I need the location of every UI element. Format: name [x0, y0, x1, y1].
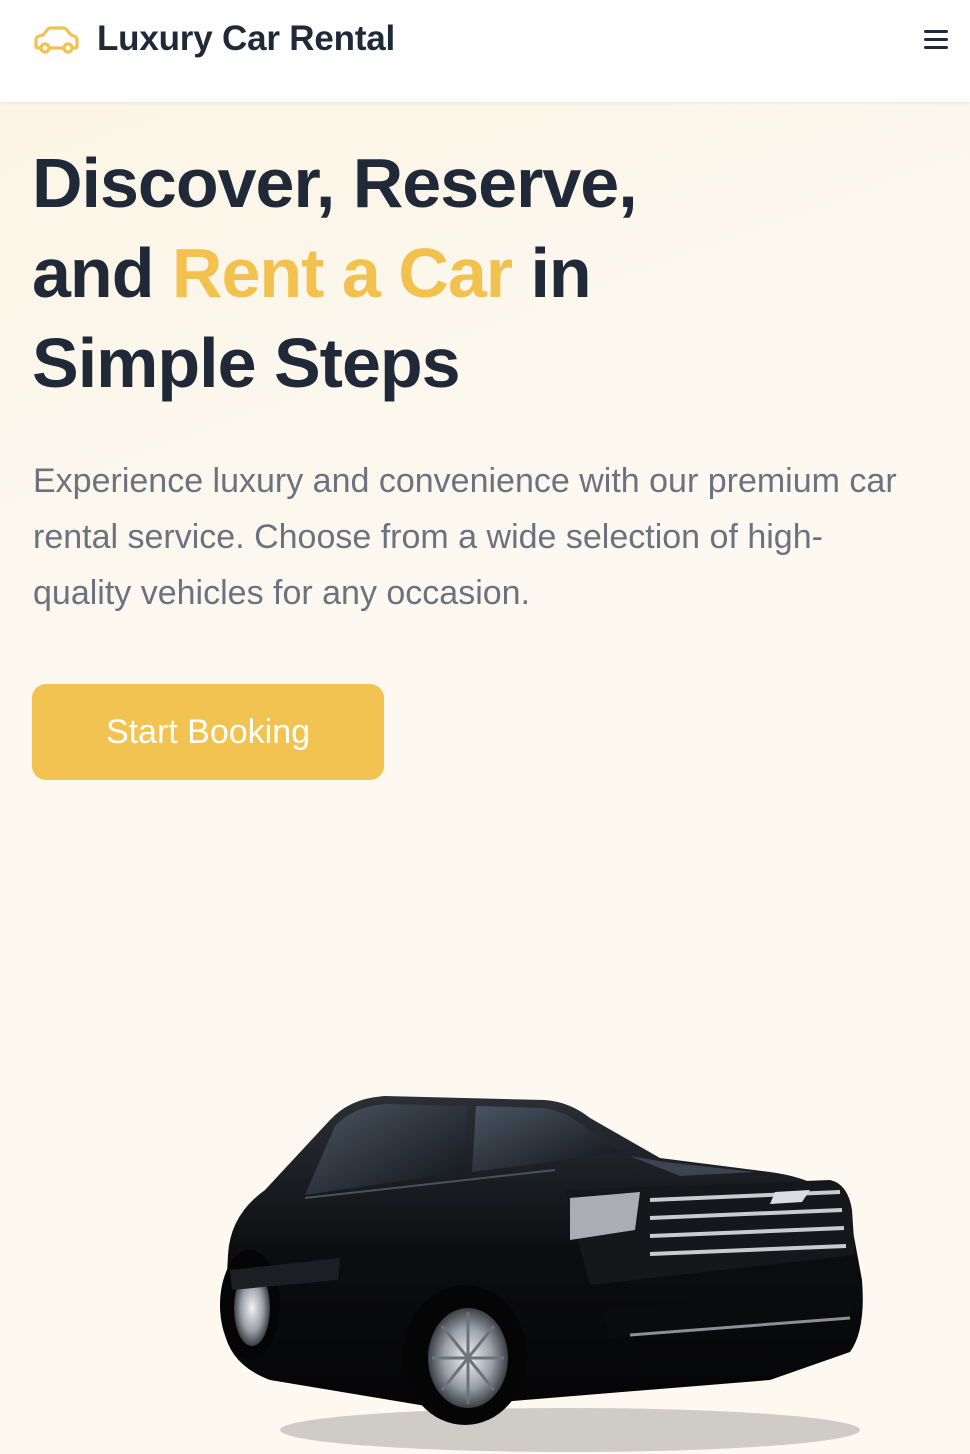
headline-line-3: Simple Steps — [32, 324, 461, 402]
black-suv-image — [220, 1096, 863, 1452]
headline-line-1: Discover, Reserve, — [32, 144, 638, 222]
hero-description: Experience luxury and convenience with o… — [33, 462, 897, 612]
headline-accent: Rent a Car — [171, 234, 513, 312]
start-booking-button[interactable]: Start Booking — [32, 684, 384, 780]
brand-name[interactable]: Luxury Car Rental — [97, 17, 395, 61]
menu-button[interactable] — [918, 22, 954, 56]
hero-headline: Discover, Reserve, and Rent a Car in Sim… — [32, 138, 932, 408]
headline-line-2-prefix: and — [32, 234, 172, 312]
headline-line-2-suffix: in — [512, 234, 591, 312]
site-header: Luxury Car Rental — [0, 0, 970, 102]
car-icon[interactable] — [32, 24, 80, 56]
